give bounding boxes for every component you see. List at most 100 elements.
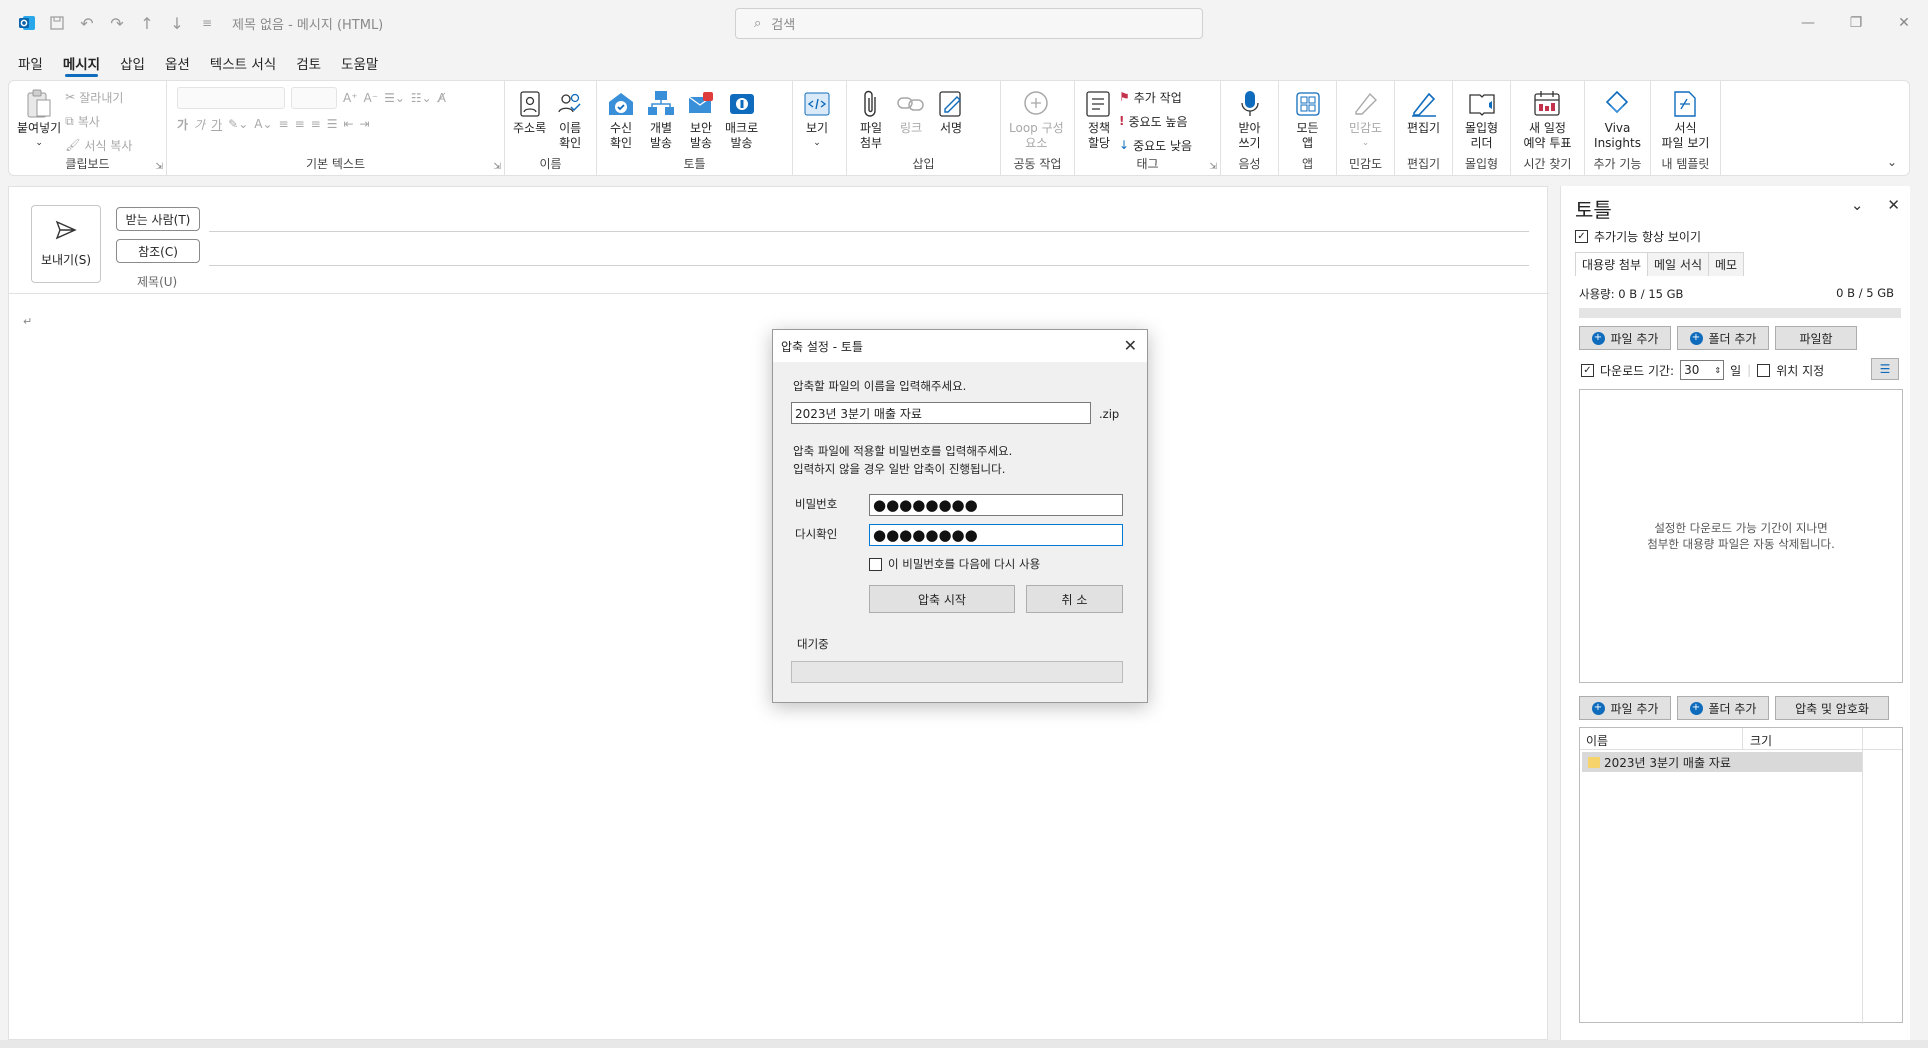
- reuse-password-checkbox[interactable]: 이 비밀번호를 다음에 다시 사용: [869, 556, 1040, 572]
- all-apps-button[interactable]: 모든 앱: [1288, 85, 1328, 155]
- shrink-font-icon[interactable]: A⁻: [364, 91, 379, 105]
- grow-font-icon[interactable]: A⁺: [343, 91, 358, 105]
- view-templates-button[interactable]: 서식 파일 보기: [1658, 85, 1714, 155]
- format-painter-button[interactable]: 🖌 서식 복사: [65, 135, 132, 155]
- followup-button[interactable]: ⚑ 추가 작업: [1119, 87, 1192, 107]
- add-file-button[interactable]: + 파일 추가: [1579, 696, 1671, 720]
- italic-button[interactable]: 가: [194, 116, 205, 133]
- password-input[interactable]: ●●●●●●●●: [869, 494, 1123, 516]
- tab-message[interactable]: 메시지: [53, 48, 110, 78]
- file-box-button[interactable]: 파일함: [1775, 326, 1857, 350]
- attachment-file-list: 이름 크기 2023년 3분기 매출 자료: [1579, 727, 1903, 1024]
- pane-collapse-icon[interactable]: ⌄: [1851, 196, 1864, 214]
- clear-format-icon[interactable]: A̸: [438, 91, 446, 105]
- link-button[interactable]: 링크: [891, 85, 931, 155]
- cancel-button[interactable]: 취 소: [1026, 585, 1123, 613]
- clipboard-launcher-icon[interactable]: ⇲: [155, 162, 163, 172]
- read-receipt-button[interactable]: 수신 확인: [601, 85, 641, 155]
- add-folder-button[interactable]: + 폴더 추가: [1677, 696, 1769, 720]
- tab-mail-template[interactable]: 메일 서식: [1647, 252, 1709, 276]
- font-color-icon[interactable]: A⌄: [254, 117, 272, 131]
- tags-launcher-icon[interactable]: ⇲: [1209, 162, 1217, 172]
- justify-icon[interactable]: ☰: [327, 117, 338, 131]
- tab-options[interactable]: 옵션: [155, 48, 200, 78]
- arrow-up-icon[interactable]: ↑: [132, 8, 162, 38]
- font-name-combo[interactable]: [177, 87, 285, 109]
- maximize-button[interactable]: ❐: [1832, 0, 1880, 46]
- address-book-button[interactable]: 주소록: [509, 85, 550, 155]
- tab-large-attachment[interactable]: 대용량 첨부: [1575, 252, 1649, 276]
- cut-button[interactable]: ✂ 잘라내기: [65, 87, 132, 107]
- dialog-close-icon[interactable]: ✕: [1124, 336, 1137, 355]
- filename-input[interactable]: 2023년 3분기 매출 자료: [791, 402, 1091, 424]
- redo-icon[interactable]: ↷: [102, 8, 132, 38]
- underline-button[interactable]: 가: [211, 116, 222, 133]
- sort-list-icon[interactable]: ☰: [1871, 358, 1899, 380]
- immersive-reader-button[interactable]: 몰입형 리더: [1461, 85, 1502, 155]
- compress-encrypt-button[interactable]: 압축 및 암호화: [1775, 696, 1889, 720]
- sensitivity-button[interactable]: 민감도 ⌄: [1345, 85, 1386, 155]
- individual-send-button[interactable]: 개별 발송: [641, 85, 681, 155]
- zip-extension: .zip: [1099, 407, 1120, 421]
- signature-button[interactable]: 서명: [931, 85, 971, 155]
- high-importance-button[interactable]: ! 중요도 높음: [1119, 111, 1192, 131]
- highlight-icon[interactable]: ✎⌄: [228, 117, 248, 131]
- paste-button[interactable]: 붙여넣기 ⌄: [13, 85, 65, 155]
- file-list-row[interactable]: 2023년 3분기 매출 자료: [1582, 752, 1862, 772]
- arrow-down-icon[interactable]: ↓: [162, 8, 192, 38]
- customize-qat-icon[interactable]: ≡: [192, 8, 222, 38]
- macro-send-button[interactable]: 매크로 발송: [721, 85, 762, 155]
- editor-button[interactable]: 편집기: [1403, 85, 1444, 155]
- font-size-combo[interactable]: [291, 87, 337, 109]
- tab-review[interactable]: 검토: [286, 48, 331, 78]
- align-right-icon[interactable]: ≡: [311, 117, 321, 131]
- tab-format-text[interactable]: 텍스트 서식: [200, 48, 286, 78]
- undo-icon[interactable]: ↶: [72, 8, 102, 38]
- always-show-checkbox[interactable]: ✓ 추가기능 항상 보이기: [1575, 228, 1701, 245]
- add-file-button-top[interactable]: + 파일 추가: [1579, 326, 1671, 350]
- drop-area[interactable]: 설정한 다운로드 가능 기간이 지나면 첨부한 대용량 파일은 자동 삭제됩니다…: [1579, 389, 1903, 683]
- days-spinner[interactable]: 30 ⇕: [1680, 360, 1725, 380]
- start-compress-button[interactable]: 압축 시작: [869, 585, 1015, 613]
- column-name[interactable]: 이름: [1586, 732, 1608, 749]
- policy-button[interactable]: 정책 할당: [1079, 85, 1119, 155]
- attach-file-button[interactable]: 파일 첨부: [851, 85, 891, 155]
- close-button[interactable]: ✕: [1880, 0, 1928, 46]
- minimize-button[interactable]: —: [1784, 0, 1832, 46]
- cc-field[interactable]: [209, 265, 1529, 266]
- tab-memo[interactable]: 메모: [1708, 252, 1745, 276]
- increase-indent-icon[interactable]: ⇥: [360, 117, 370, 131]
- add-folder-button-top[interactable]: + 폴더 추가: [1677, 326, 1769, 350]
- send-button[interactable]: 보내기(S): [31, 205, 101, 283]
- copy-button[interactable]: ⧉ 복사: [65, 111, 132, 131]
- ribbon-collapse-icon[interactable]: ⌄: [1887, 155, 1897, 169]
- search-input[interactable]: ⌕ 검색: [735, 8, 1203, 39]
- align-left-icon[interactable]: ≡: [279, 117, 289, 131]
- download-period-checkbox[interactable]: ✓: [1581, 363, 1594, 377]
- decrease-indent-icon[interactable]: ⇤: [343, 117, 353, 131]
- location-checkbox[interactable]: [1757, 363, 1771, 377]
- numbering-icon[interactable]: ☷⌄: [411, 91, 432, 105]
- align-center-icon[interactable]: ≡: [295, 117, 305, 131]
- bold-button[interactable]: 가: [177, 116, 188, 133]
- dictate-button[interactable]: 받아 쓰기: [1230, 85, 1270, 155]
- low-importance-button[interactable]: ↓ 중요도 낮음: [1119, 135, 1192, 155]
- check-names-button[interactable]: 이름 확인: [550, 85, 590, 155]
- column-size[interactable]: 크기: [1750, 732, 1772, 749]
- scheduling-poll-button[interactable]: 새 일정 예약 투표: [1520, 85, 1576, 155]
- save-icon[interactable]: [42, 8, 72, 38]
- confirm-password-input[interactable]: ●●●●●●●●: [869, 524, 1123, 546]
- loop-button[interactable]: Loop 구성 요소: [1005, 85, 1068, 155]
- view-button[interactable]: 보기 ⌄: [797, 85, 837, 155]
- to-button[interactable]: 받는 사람(T): [116, 207, 200, 231]
- tab-help[interactable]: 도움말: [331, 48, 388, 78]
- to-field[interactable]: [209, 231, 1529, 232]
- tab-insert[interactable]: 삽입: [110, 48, 155, 78]
- viva-insights-button[interactable]: Viva Insights: [1590, 85, 1645, 155]
- basic-text-launcher-icon[interactable]: ⇲: [493, 162, 501, 172]
- pane-close-icon[interactable]: ✕: [1887, 196, 1900, 214]
- tab-file[interactable]: 파일: [8, 48, 53, 78]
- secure-send-button[interactable]: 보안 발송: [681, 85, 721, 155]
- cc-button[interactable]: 참조(C): [116, 239, 200, 263]
- bullets-icon[interactable]: ☰⌄: [384, 91, 405, 105]
